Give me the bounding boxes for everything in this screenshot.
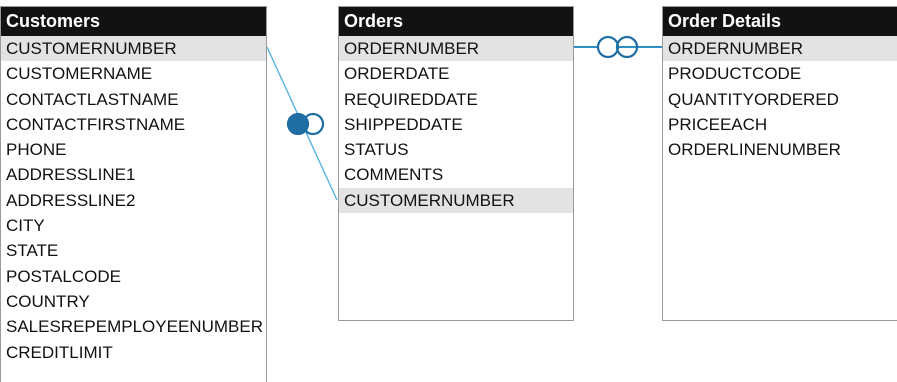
order-details-field-list: ORDERNUMBER PRODUCTCODE QUANTITYORDERED … xyxy=(663,36,897,162)
order-details-table[interactable]: Order Details ORDERNUMBER PRODUCTCODE QU… xyxy=(662,6,897,321)
customers-field[interactable]: CONTACTFIRSTNAME xyxy=(1,112,266,137)
customers-field[interactable]: CITY xyxy=(1,213,266,238)
customers-field[interactable]: CUSTOMERNAME xyxy=(1,61,266,86)
one-to-one-marker-icon xyxy=(596,35,639,59)
orders-field[interactable]: SHIPPEDDATE xyxy=(339,112,573,137)
orders-field[interactable]: REQUIREDDATE xyxy=(339,87,573,112)
customers-field[interactable]: STATE xyxy=(1,238,266,263)
orders-field[interactable]: STATUS xyxy=(339,137,573,162)
customers-field[interactable]: POSTALCODE xyxy=(1,264,266,289)
customers-field-list: CUSTOMERNUMBER CUSTOMERNAME CONTACTLASTN… xyxy=(1,36,266,365)
orders-field[interactable]: COMMENTS xyxy=(339,162,573,187)
orders-table-header[interactable]: Orders xyxy=(339,7,573,36)
customers-orders-connector xyxy=(266,46,338,201)
orders-field-list: ORDERNUMBER ORDERDATE REQUIREDDATE SHIPP… xyxy=(339,36,573,214)
customers-field[interactable]: PHONE xyxy=(1,137,266,162)
orders-field[interactable]: ORDERNUMBER xyxy=(339,36,573,62)
order-details-field[interactable]: ORDERLINENUMBER xyxy=(663,137,897,162)
one-to-many-marker-icon xyxy=(286,112,325,136)
customers-field[interactable]: ADDRESSLINE1 xyxy=(1,162,266,187)
order-details-field[interactable]: ORDERNUMBER xyxy=(663,36,897,62)
order-details-field[interactable]: PRICEEACH xyxy=(663,112,897,137)
customers-field[interactable]: CUSTOMERNUMBER xyxy=(1,36,266,62)
customers-table-header[interactable]: Customers xyxy=(1,7,266,36)
orders-field[interactable]: CUSTOMERNUMBER xyxy=(339,187,573,214)
customers-table[interactable]: Customers CUSTOMERNUMBER CUSTOMERNAME CO… xyxy=(0,6,267,382)
order-details-table-header[interactable]: Order Details xyxy=(663,7,897,36)
order-details-field[interactable]: QUANTITYORDERED xyxy=(663,87,897,112)
customers-field[interactable]: ADDRESSLINE2 xyxy=(1,188,266,213)
customers-field[interactable]: CONTACTLASTNAME xyxy=(1,87,266,112)
customers-field[interactable]: COUNTRY xyxy=(1,289,266,314)
customers-field[interactable]: CREDITLIMIT xyxy=(1,340,266,365)
orders-field[interactable]: ORDERDATE xyxy=(339,61,573,86)
order-details-field[interactable]: PRODUCTCODE xyxy=(663,61,897,86)
orders-table[interactable]: Orders ORDERNUMBER ORDERDATE REQUIREDDAT… xyxy=(338,6,574,321)
customers-field[interactable]: SALESREPEMPLOYEENUMBER xyxy=(1,314,266,339)
